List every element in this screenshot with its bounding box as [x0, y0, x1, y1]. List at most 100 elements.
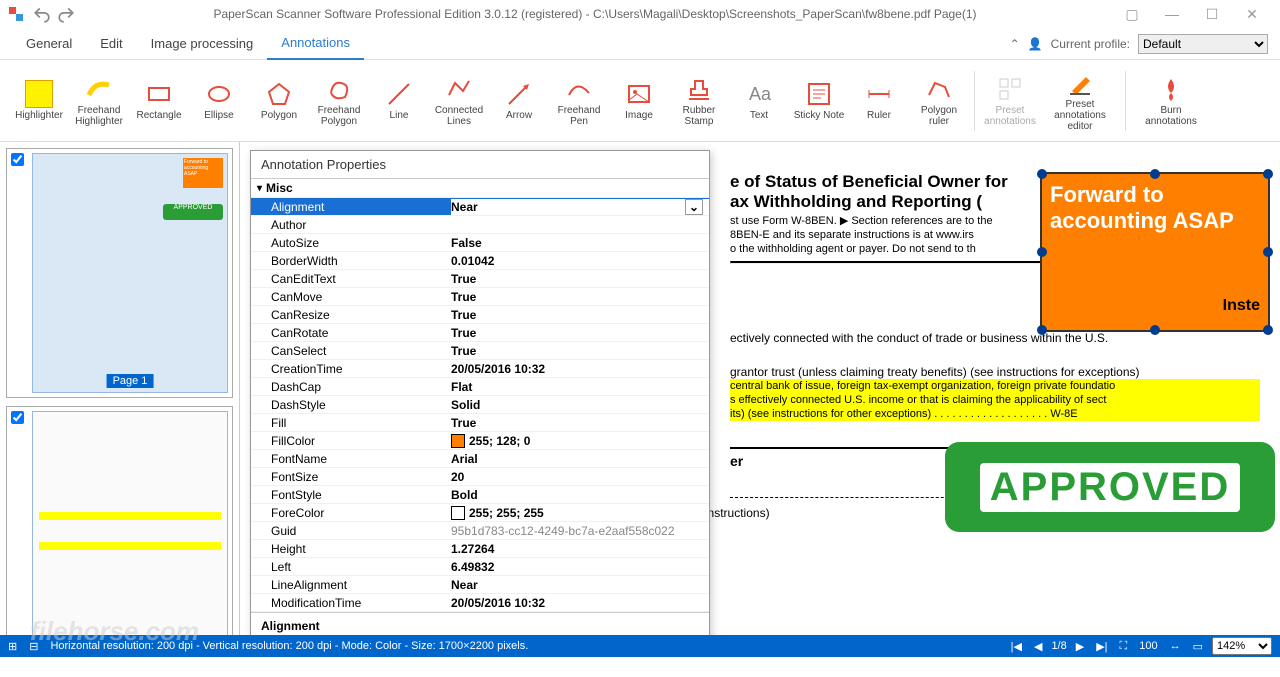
status-icon-1[interactable]: ⊞ — [8, 640, 17, 653]
property-grid[interactable]: Misc AlignmentNear⌄AuthorAutoSizeFalseBo… — [251, 179, 709, 612]
property-row[interactable]: CanMoveTrue — [251, 288, 709, 306]
property-row[interactable]: Left6.49832 — [251, 558, 709, 576]
property-row[interactable]: LineAlignmentNear — [251, 576, 709, 594]
preset-annotations-button: Preset annotations — [981, 66, 1039, 136]
rubber-stamp-button[interactable]: Rubber Stamp — [670, 66, 728, 136]
collapse-ribbon-icon[interactable]: ⌃ — [1010, 37, 1020, 51]
thumbnail-1-checkbox[interactable] — [11, 153, 24, 166]
zoom-select[interactable]: 142% — [1212, 637, 1272, 655]
svg-text:Aa: Aa — [749, 84, 772, 104]
maximize-button[interactable]: ☐ — [1192, 0, 1232, 28]
prop-desc-body: Defines the horizontal alignment of the … — [261, 633, 699, 635]
menubar: General Edit Image processing Annotation… — [0, 28, 1280, 60]
thumbnail-panel[interactable]: Forward to accounting ASAP APPROVED Page… — [0, 142, 240, 635]
properties-title: Annotation Properties — [251, 151, 709, 179]
connected-lines-button[interactable]: Connected Lines — [430, 66, 488, 136]
property-row[interactable]: FillColor255; 128; 0 — [251, 432, 709, 450]
property-category[interactable]: Misc — [251, 179, 709, 198]
nav-next-icon[interactable]: ▶ — [1073, 640, 1087, 653]
polygon-ruler-button[interactable]: Polygon ruler — [910, 66, 968, 136]
thumbnail-1[interactable]: Forward to accounting ASAP APPROVED Page… — [6, 148, 233, 398]
property-row[interactable]: CanRotateTrue — [251, 324, 709, 342]
property-row[interactable]: DashCapFlat — [251, 378, 709, 396]
nav-prev-icon[interactable]: ◀ — [1031, 640, 1045, 653]
sticky-note-text: Forward to accounting ASAP — [1042, 174, 1268, 243]
undo-icon[interactable] — [33, 5, 51, 23]
burn-annotations-button[interactable]: Burn annotations — [1132, 66, 1210, 136]
rectangle-button[interactable]: Rectangle — [130, 66, 188, 136]
preset-editor-button[interactable]: Preset annotations editor — [1041, 66, 1119, 136]
tab-image-processing[interactable]: Image processing — [137, 28, 268, 60]
property-row[interactable]: FontNameArial — [251, 450, 709, 468]
property-row[interactable]: ModificationTime20/05/2016 10:32 — [251, 594, 709, 612]
text-button[interactable]: AaText — [730, 66, 788, 136]
status-text: Horizontal resolution: 200 dpi - Vertica… — [50, 640, 528, 652]
zoom-width-icon[interactable]: ↔ — [1167, 640, 1184, 652]
property-row[interactable]: CanEditTextTrue — [251, 270, 709, 288]
property-row[interactable]: AlignmentNear⌄ — [251, 198, 709, 216]
property-description: Alignment Defines the horizontal alignme… — [251, 612, 709, 635]
doc-line2: grantor trust (unless claiming treaty be… — [730, 365, 1260, 379]
doc-hl1: central bank of issue, foreign tax-exemp… — [730, 379, 1260, 393]
property-row[interactable]: FontSize20 — [251, 468, 709, 486]
app-logo-icon — [8, 6, 24, 22]
zoom-100-icon[interactable]: 100 — [1136, 640, 1160, 652]
doc-line1: ectively connected with the conduct of t… — [730, 331, 1260, 345]
thumbnail-1-label: Page 1 — [107, 374, 154, 388]
property-row[interactable]: DashStyleSolid — [251, 396, 709, 414]
window-title: PaperScan Scanner Software Professional … — [78, 7, 1112, 21]
ribbon: Highlighter Freehand Highlighter Rectang… — [0, 60, 1280, 142]
tab-general[interactable]: General — [12, 28, 86, 60]
property-row[interactable]: FillTrue — [251, 414, 709, 432]
highlighter-button[interactable]: Highlighter — [10, 66, 68, 136]
redo-icon[interactable] — [57, 5, 75, 23]
property-row[interactable]: Height1.27264 — [251, 540, 709, 558]
doc-hl3: its) (see instructions for other excepti… — [730, 407, 1260, 421]
nav-last-icon[interactable]: ▶| — [1093, 640, 1110, 653]
thumbnail-2[interactable] — [6, 406, 233, 635]
document-canvas[interactable]: e of Status of Beneficial Owner for ax W… — [240, 142, 1280, 635]
zoom-page-icon[interactable]: ▭ — [1190, 640, 1206, 653]
property-row[interactable]: Author — [251, 216, 709, 234]
property-row[interactable]: ForeColor255; 255; 255 — [251, 504, 709, 522]
thumbnail-2-checkbox[interactable] — [11, 411, 24, 424]
property-row[interactable]: Guid95b1d783-cc12-4249-bc7a-e2aaf558c022 — [251, 522, 709, 540]
polygon-button[interactable]: Polygon — [250, 66, 308, 136]
doc-hl2: s effectively connected U.S. income or t… — [730, 393, 1260, 407]
profile-label: Current profile: — [1051, 37, 1130, 51]
status-bar: ⊞ ⊟ Horizontal resolution: 200 dpi - Ver… — [0, 635, 1280, 657]
property-row[interactable]: AutoSizeFalse — [251, 234, 709, 252]
ellipse-button[interactable]: Ellipse — [190, 66, 248, 136]
ribbon-toggle-icon[interactable]: ▢ — [1112, 0, 1152, 28]
tab-annotations[interactable]: Annotations — [267, 28, 364, 60]
page-indicator: 1/8 — [1051, 640, 1066, 652]
nav-first-icon[interactable]: |◀ — [1008, 640, 1025, 653]
approved-stamp[interactable]: APPROVED — [945, 442, 1275, 532]
property-row[interactable]: CanSelectTrue — [251, 342, 709, 360]
property-row[interactable]: FontStyleBold — [251, 486, 709, 504]
tab-edit[interactable]: Edit — [86, 28, 136, 60]
line-button[interactable]: Line — [370, 66, 428, 136]
annotation-properties-panel[interactable]: Annotation Properties Misc AlignmentNear… — [250, 150, 710, 635]
zoom-fit-icon[interactable]: ⛶ — [1117, 640, 1131, 653]
property-row[interactable]: CanResizeTrue — [251, 306, 709, 324]
stamp-text: APPROVED — [980, 463, 1241, 512]
close-button[interactable]: ✕ — [1232, 0, 1272, 28]
image-button[interactable]: Image — [610, 66, 668, 136]
freehand-highlighter-button[interactable]: Freehand Highlighter — [70, 66, 128, 136]
profile-select[interactable]: Default — [1138, 34, 1268, 54]
minimize-button[interactable]: — — [1152, 0, 1192, 28]
prop-desc-title: Alignment — [261, 619, 699, 633]
main-area: Forward to accounting ASAP APPROVED Page… — [0, 142, 1280, 635]
doc-instr: Inste — [1223, 297, 1260, 315]
arrow-button[interactable]: Arrow — [490, 66, 548, 136]
titlebar: PaperScan Scanner Software Professional … — [0, 0, 1280, 28]
property-row[interactable]: CreationTime20/05/2016 10:32 — [251, 360, 709, 378]
ruler-button[interactable]: Ruler — [850, 66, 908, 136]
property-row[interactable]: BorderWidth0.01042 — [251, 252, 709, 270]
status-icon-2[interactable]: ⊟ — [29, 640, 38, 653]
freehand-polygon-button[interactable]: Freehand Polygon — [310, 66, 368, 136]
sticky-note-button[interactable]: Sticky Note — [790, 66, 848, 136]
freehand-pen-button[interactable]: Freehand Pen — [550, 66, 608, 136]
user-icon: 👤 — [1028, 37, 1043, 51]
